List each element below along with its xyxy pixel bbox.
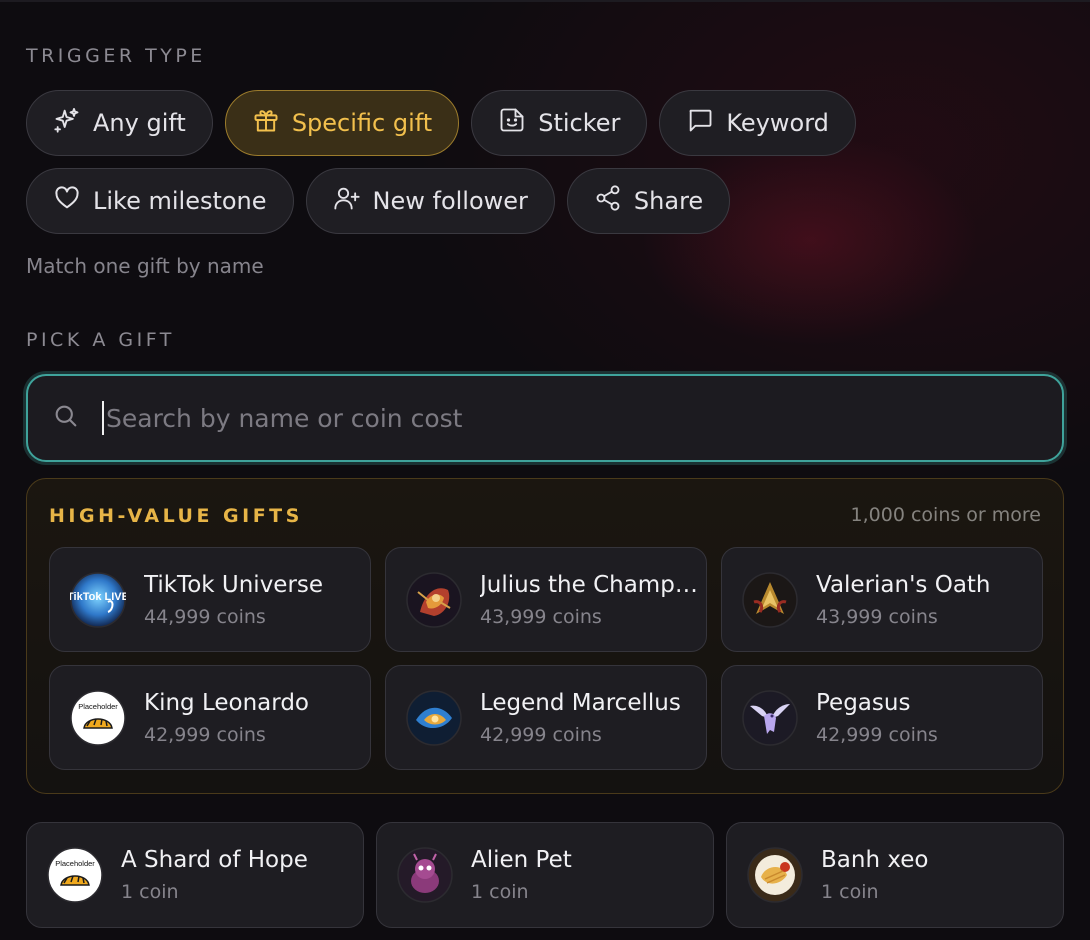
trigger-hint: Match one gift by name — [26, 254, 264, 278]
alien-pet-icon — [397, 847, 453, 903]
chip-label: New follower — [372, 187, 528, 215]
pick-gift-label: PICK A GIFT — [26, 329, 175, 351]
gift-cost: 43,999 coins — [480, 605, 602, 628]
heart-icon — [53, 184, 81, 218]
gift-card-banh-xeo[interactable]: Banh xeo 1 coin — [726, 822, 1064, 928]
gift-name: Legend Marcellus — [480, 689, 681, 716]
gift-card-king-leonardo[interactable]: Placeholder King Leonardo 42,999 coins — [49, 665, 371, 770]
gift-text: Legend Marcellus 42,999 coins — [480, 690, 681, 746]
chip-like-milestone[interactable]: Like milestone — [26, 168, 294, 234]
gift-name: Valerian's Oath — [816, 571, 991, 598]
placeholder-taco-icon: Placeholder — [70, 689, 126, 746]
high-value-grid: TikTok LIVE TikTok Universe 44,999 coins — [49, 547, 1043, 770]
gift-cost: 42,999 coins — [816, 723, 938, 746]
marcellus-icon — [406, 689, 462, 746]
placeholder-text: Placeholder — [78, 702, 118, 711]
chip-label: Keyword — [726, 109, 829, 137]
high-value-subtitle: 1,000 coins or more — [850, 504, 1041, 526]
pegasus-icon — [742, 689, 798, 746]
gift-card-valerians-oath[interactable]: Valerian's Oath 43,999 coins — [721, 547, 1043, 652]
chip-share[interactable]: Share — [566, 168, 731, 234]
gift-cost: 43,999 coins — [816, 605, 938, 628]
chip-new-follower[interactable]: New follower — [305, 168, 555, 234]
gift-cost: 44,999 coins — [144, 605, 266, 628]
chip-specific-gift[interactable]: Specific gift — [224, 90, 460, 156]
gift-name: Pegasus — [816, 689, 911, 716]
gift-cost: 1 coin — [121, 881, 179, 903]
gift-card-a-shard-of-hope[interactable]: Placeholder A Shard of Hope 1 coin — [26, 822, 364, 928]
gift-text: A Shard of Hope 1 coin — [121, 847, 308, 903]
tiktok-universe-icon: TikTok LIVE — [70, 571, 126, 628]
chip-keyword[interactable]: Keyword — [659, 90, 856, 156]
search-icon — [52, 402, 80, 434]
gift-card-julius-the-champion[interactable]: Julius the Champion 43,999 coins — [385, 547, 707, 652]
placeholder-taco-icon: Placeholder — [47, 847, 103, 903]
gift-cost: 42,999 coins — [480, 723, 602, 746]
gift-grid: Placeholder A Shard of Hope 1 coin Alien… — [26, 822, 1064, 928]
gift-name: Alien Pet — [471, 847, 572, 873]
high-value-gifts-panel: HIGH-VALUE GIFTS 1,000 coins or more Tik… — [26, 478, 1064, 794]
gift-search-box[interactable] — [26, 374, 1064, 462]
share-icon — [594, 184, 622, 218]
chip-label: Specific gift — [291, 109, 433, 137]
chip-any-gift[interactable]: Any gift — [26, 90, 213, 156]
gift-text: TikTok Universe 44,999 coins — [144, 572, 323, 628]
gift-text: Alien Pet 1 coin — [471, 847, 572, 903]
user-plus-icon — [333, 184, 361, 218]
trigger-chip-row-1: Any gift Specific gift Sticker Keyword — [26, 90, 856, 156]
gift-cost: 1 coin — [471, 881, 529, 903]
valerian-icon — [742, 571, 798, 628]
chip-label: Like milestone — [93, 187, 267, 215]
banh-xeo-icon — [747, 847, 803, 903]
placeholder-text: Placeholder — [55, 859, 95, 868]
gift-cost: 1 coin — [821, 881, 879, 903]
gift-search-input[interactable] — [106, 403, 1006, 433]
chip-label: Any gift — [93, 109, 186, 137]
gift-name: TikTok Universe — [144, 571, 324, 598]
sparkles-icon — [53, 106, 81, 140]
trigger-type-label: TRIGGER TYPE — [26, 45, 206, 67]
gift-card-legend-marcellus[interactable]: Legend Marcellus 42,999 coins — [385, 665, 707, 770]
gift-card-pegasus[interactable]: Pegasus 42,999 coins — [721, 665, 1043, 770]
gift-card-alien-pet[interactable]: Alien Pet 1 coin — [376, 822, 714, 928]
text-caret — [102, 401, 104, 435]
gift-card-tiktok-universe[interactable]: TikTok LIVE TikTok Universe 44,999 coins — [49, 547, 371, 652]
trigger-chip-row-2: Like milestone New follower Share — [26, 168, 731, 234]
gift-text: Valerian's Oath 43,999 coins — [816, 572, 991, 628]
gift-name: Julius the Champion — [480, 571, 700, 598]
top-divider — [0, 0, 1090, 2]
julius-icon — [406, 571, 462, 628]
gift-text: Banh xeo 1 coin — [821, 847, 928, 903]
tiktok-live-text: TikTok LIVE — [70, 591, 126, 603]
gift-cost: 42,999 coins — [144, 723, 266, 746]
chip-label: Share — [633, 187, 704, 215]
gift-text: Julius the Champion 43,999 coins — [480, 572, 700, 628]
gift-icon — [252, 106, 280, 140]
message-square-icon — [686, 106, 714, 140]
gift-name: Banh xeo — [821, 847, 929, 873]
high-value-title: HIGH-VALUE GIFTS — [49, 505, 303, 527]
gift-text: King Leonardo 42,999 coins — [144, 690, 309, 746]
gift-text: Pegasus 42,999 coins — [816, 690, 938, 746]
sticker-icon — [498, 106, 526, 140]
chip-sticker[interactable]: Sticker — [471, 90, 648, 156]
chip-label: Sticker — [538, 109, 621, 137]
gift-name: King Leonardo — [144, 689, 309, 716]
gift-name: A Shard of Hope — [121, 847, 308, 873]
